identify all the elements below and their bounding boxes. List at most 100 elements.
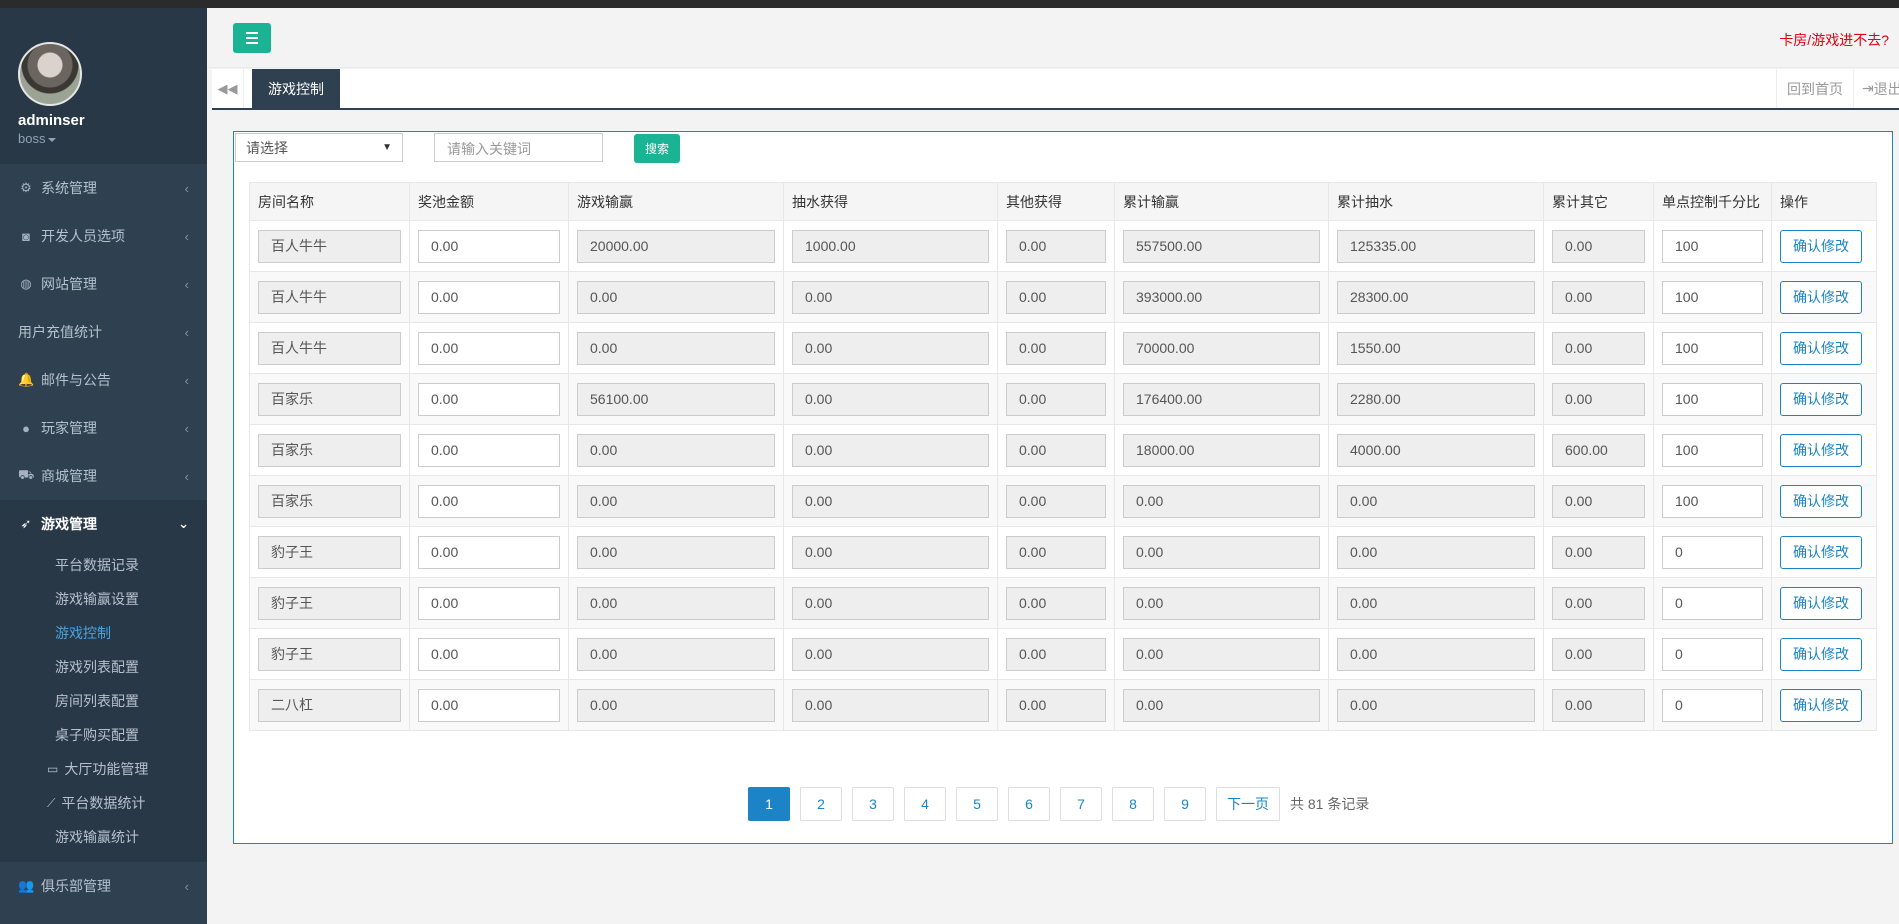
menu-toggle-button[interactable] bbox=[233, 23, 271, 53]
readonly-field: 0.00 bbox=[792, 637, 989, 671]
tabs-back-button[interactable]: ◀◀ bbox=[212, 69, 244, 108]
control-ratio-input[interactable]: 100 bbox=[1662, 280, 1763, 314]
control-ratio-input[interactable]: 0 bbox=[1662, 535, 1763, 569]
chevron-left-icon: ‹ bbox=[184, 228, 189, 244]
jackpot-input[interactable]: 0.00 bbox=[418, 331, 560, 365]
table-cell: 0.00 bbox=[997, 679, 1115, 731]
readonly-field: 0.00 bbox=[577, 535, 775, 569]
control-ratio-input[interactable]: 0 bbox=[1662, 688, 1763, 722]
jackpot-input[interactable]: 0.00 bbox=[418, 637, 560, 671]
sidebar-item-5[interactable]: ● 玩家管理 ‹ bbox=[0, 404, 207, 452]
chevron-left-icon: ‹ bbox=[184, 324, 189, 340]
readonly-field: 0.00 bbox=[1552, 382, 1645, 416]
confirm-edit-button[interactable]: 确认修改 bbox=[1780, 331, 1862, 365]
page-9-button[interactable]: 9 bbox=[1164, 787, 1206, 821]
readonly-field: 豹子王 bbox=[258, 586, 401, 620]
readonly-field: 0.00 bbox=[1337, 637, 1535, 671]
home-tab-button[interactable]: 回到首页 bbox=[1776, 69, 1853, 108]
avatar[interactable] bbox=[18, 42, 82, 106]
help-link[interactable]: 卡房/游戏进不去? bbox=[1779, 30, 1889, 50]
control-ratio-input[interactable]: 100 bbox=[1662, 433, 1763, 467]
readonly-field: 百人牛牛 bbox=[258, 229, 401, 263]
page-6-button[interactable]: 6 bbox=[1008, 787, 1050, 821]
sidebar-item-4[interactable]: 🔔 邮件与公告 ‹ bbox=[0, 356, 207, 404]
control-ratio-input[interactable]: 0 bbox=[1662, 586, 1763, 620]
confirm-edit-button[interactable]: 确认修改 bbox=[1780, 382, 1862, 416]
readonly-field: 0.00 bbox=[792, 382, 989, 416]
filter-bar: 请选择 ▼ 请输入关键词 搜索 bbox=[234, 132, 1892, 166]
readonly-field: 0.00 bbox=[1006, 433, 1106, 467]
chevron-left-icon: ‹ bbox=[184, 468, 189, 484]
sidebar-subitem-6[interactable]: ▭ 大厅功能管理 bbox=[0, 752, 207, 786]
control-ratio-input[interactable]: 0 bbox=[1662, 637, 1763, 671]
sidebar-item-2[interactable]: ◍ 网站管理 ‹ bbox=[0, 260, 207, 308]
page-7-button[interactable]: 7 bbox=[1060, 787, 1102, 821]
table-cell: 确认修改 bbox=[1771, 271, 1877, 323]
confirm-edit-button[interactable]: 确认修改 bbox=[1780, 688, 1862, 722]
control-ratio-input[interactable]: 100 bbox=[1662, 382, 1763, 416]
sidebar-subitem-2[interactable]: 游戏控制 bbox=[0, 616, 207, 650]
jackpot-input[interactable]: 0.00 bbox=[418, 229, 560, 263]
jackpot-input[interactable]: 0.00 bbox=[418, 535, 560, 569]
sidebar-item-3[interactable]: 用户充值统计 ‹ bbox=[0, 308, 207, 356]
confirm-edit-button[interactable]: 确认修改 bbox=[1780, 229, 1862, 263]
jackpot-input[interactable]: 0.00 bbox=[418, 484, 560, 518]
readonly-field: 557500.00 bbox=[1123, 229, 1320, 263]
confirm-edit-button[interactable]: 确认修改 bbox=[1780, 280, 1862, 314]
sidebar-item-game-management[interactable]: ➶ 游戏管理 ⌄ bbox=[0, 500, 207, 548]
sidebar-subitem-4[interactable]: 房间列表配置 bbox=[0, 684, 207, 718]
confirm-edit-button[interactable]: 确认修改 bbox=[1780, 433, 1862, 467]
tabs-bar: ◀◀ 游戏控制 回到首页 ⇥ 退出 bbox=[212, 69, 1899, 110]
sidebar-subitem-8[interactable]: 游戏输赢统计 bbox=[0, 820, 207, 854]
sidebar-item-club-management[interactable]: 👥 俱乐部管理 ‹ bbox=[0, 862, 207, 910]
page-1-button[interactable]: 1 bbox=[748, 787, 790, 821]
confirm-edit-button[interactable]: 确认修改 bbox=[1780, 586, 1862, 620]
jackpot-input[interactable]: 0.00 bbox=[418, 586, 560, 620]
role-dropdown[interactable]: boss bbox=[18, 131, 207, 146]
control-ratio-input[interactable]: 100 bbox=[1662, 484, 1763, 518]
table-cell: 0.00 bbox=[1543, 373, 1654, 425]
control-ratio-input[interactable]: 100 bbox=[1662, 229, 1763, 263]
table-cell: 28300.00 bbox=[1328, 271, 1544, 323]
table-cell: 0.00 bbox=[568, 577, 784, 629]
readonly-field: 0.00 bbox=[792, 688, 989, 722]
confirm-edit-button[interactable]: 确认修改 bbox=[1780, 535, 1862, 569]
jackpot-input[interactable]: 0.00 bbox=[418, 433, 560, 467]
table-row: 百人牛牛 0.00 20000.00 1000.00 0.00 557500.00 1253… bbox=[249, 220, 1877, 272]
page-8-button[interactable]: 8 bbox=[1112, 787, 1154, 821]
sidebar-subitem-1[interactable]: 游戏输赢设置 bbox=[0, 582, 207, 616]
table-cell: 0.00 bbox=[409, 475, 569, 527]
table-cell: 百人牛牛 bbox=[249, 220, 410, 272]
sidebar-item-6[interactable]: ⛟ 商城管理 ‹ bbox=[0, 452, 207, 500]
page-5-button[interactable]: 5 bbox=[956, 787, 998, 821]
sidebar-subitem-3[interactable]: 游戏列表配置 bbox=[0, 650, 207, 684]
top-bar: 卡房/游戏进不去? bbox=[207, 8, 1899, 68]
confirm-edit-button[interactable]: 确认修改 bbox=[1780, 637, 1862, 671]
control-ratio-input[interactable]: 100 bbox=[1662, 331, 1763, 365]
jackpot-input[interactable]: 0.00 bbox=[418, 382, 560, 416]
logout-button[interactable]: ⇥ 退出 bbox=[1853, 69, 1899, 108]
page-4-button[interactable]: 4 bbox=[904, 787, 946, 821]
readonly-field: 0.00 bbox=[1123, 637, 1320, 671]
tab-game-control[interactable]: 游戏控制 bbox=[252, 69, 340, 108]
sidebar-subitem-0[interactable]: 平台数据记录 bbox=[0, 548, 207, 582]
search-button[interactable]: 搜索 bbox=[634, 134, 680, 163]
sidebar-subitem-5[interactable]: 桌子购买配置 bbox=[0, 718, 207, 752]
table-cell: 125335.00 bbox=[1328, 220, 1544, 272]
jackpot-input[interactable]: 0.00 bbox=[418, 688, 560, 722]
confirm-edit-button[interactable]: 确认修改 bbox=[1780, 484, 1862, 518]
page-3-button[interactable]: 3 bbox=[852, 787, 894, 821]
sidebar-subitem-7[interactable]: ⟋ 平台数据统计 bbox=[0, 786, 207, 820]
page-2-button[interactable]: 2 bbox=[800, 787, 842, 821]
sidebar-item-1[interactable]: ◙ 开发人员选项 ‹ bbox=[0, 212, 207, 260]
next-page-button[interactable]: 下一页 bbox=[1216, 787, 1280, 821]
table-cell: 100 bbox=[1653, 424, 1772, 476]
category-select[interactable]: 请选择 ▼ bbox=[235, 133, 403, 162]
jackpot-input[interactable]: 0.00 bbox=[418, 280, 560, 314]
table-cell: 0.00 bbox=[1328, 577, 1544, 629]
sidebar-item-0[interactable]: ⚙ 系统管理 ‹ bbox=[0, 164, 207, 212]
search-input[interactable]: 请输入关键词 bbox=[434, 133, 603, 162]
chevron-left-icon: ‹ bbox=[184, 372, 189, 388]
table-cell: 0.00 bbox=[783, 271, 998, 323]
table-cell: 2280.00 bbox=[1328, 373, 1544, 425]
